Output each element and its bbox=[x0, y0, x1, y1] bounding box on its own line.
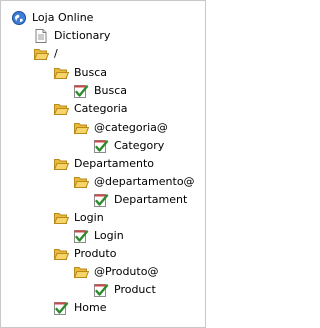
checked-page-icon bbox=[93, 282, 109, 298]
folder-open-icon bbox=[53, 210, 69, 226]
folder-open-icon bbox=[53, 246, 69, 262]
tree-node-categoria-param-folder[interactable]: @categoria@ bbox=[73, 119, 168, 137]
checked-page-icon bbox=[93, 138, 109, 154]
tree-node-loja-online[interactable]: Loja Online bbox=[11, 9, 93, 27]
tree-node-label: @Produto@ bbox=[94, 265, 159, 278]
folder-open-icon bbox=[73, 264, 89, 280]
tree-node-produto-param-folder[interactable]: @Produto@ bbox=[73, 263, 158, 281]
tree-node-label: Login bbox=[94, 229, 124, 242]
checked-page-icon bbox=[53, 300, 69, 316]
document-icon bbox=[33, 28, 49, 44]
tree-node-busca-folder[interactable]: Busca bbox=[53, 64, 107, 82]
tree-node-label: Produto bbox=[74, 247, 117, 260]
tree-node-categoria-folder[interactable]: Categoria bbox=[53, 100, 128, 118]
tree-node-label: Category bbox=[114, 139, 165, 152]
tree-node-label: Departament bbox=[114, 193, 188, 206]
tree-node-product-page[interactable]: Product bbox=[93, 281, 156, 299]
folder-open-icon bbox=[73, 174, 89, 190]
tree-node-label: / bbox=[54, 47, 58, 60]
tree-node-label: Product bbox=[114, 283, 156, 296]
folder-open-icon bbox=[53, 65, 69, 81]
tree-node-home-page[interactable]: Home bbox=[53, 299, 106, 317]
tree-node-label: Dictionary bbox=[54, 29, 111, 42]
tree-node-label: Home bbox=[74, 301, 107, 314]
site-globe-icon bbox=[11, 10, 27, 26]
tree-node-root-folder[interactable]: / bbox=[33, 45, 58, 63]
tree-node-produto-folder[interactable]: Produto bbox=[53, 245, 116, 263]
tree-node-label: Categoria bbox=[74, 102, 128, 115]
tree-node-login-folder[interactable]: Login bbox=[53, 209, 104, 227]
tree-node-label: @categoria@ bbox=[94, 121, 168, 134]
folder-open-icon bbox=[73, 120, 89, 136]
checked-page-icon bbox=[73, 228, 89, 244]
tree-node-category-page[interactable]: Category bbox=[93, 137, 164, 155]
folder-open-icon bbox=[53, 101, 69, 117]
tree-node-label: Login bbox=[74, 211, 104, 224]
tree-node-login-page[interactable]: Login bbox=[73, 227, 124, 245]
tree-node-label: Busca bbox=[94, 84, 128, 97]
checked-page-icon bbox=[73, 83, 89, 99]
tree-node-dictionary[interactable]: Dictionary bbox=[33, 27, 110, 45]
folder-open-icon bbox=[53, 156, 69, 172]
tree-node-departamento-folder[interactable]: Departamento bbox=[53, 155, 154, 173]
tree-node-label: Departamento bbox=[74, 157, 155, 170]
site-tree-panel: Loja Online Dictionary / Busca Busca Cat… bbox=[0, 0, 206, 328]
checked-page-icon bbox=[93, 192, 109, 208]
tree-node-departamento-param-folder[interactable]: @departamento@ bbox=[73, 173, 195, 191]
tree-node-busca-page[interactable]: Busca bbox=[73, 82, 127, 100]
tree-node-label: @departamento@ bbox=[94, 175, 195, 188]
tree-node-departament-page[interactable]: Departament bbox=[93, 191, 187, 209]
folder-open-icon bbox=[33, 46, 49, 62]
tree-node-label: Busca bbox=[74, 66, 108, 79]
tree-node-label: Loja Online bbox=[32, 11, 94, 24]
